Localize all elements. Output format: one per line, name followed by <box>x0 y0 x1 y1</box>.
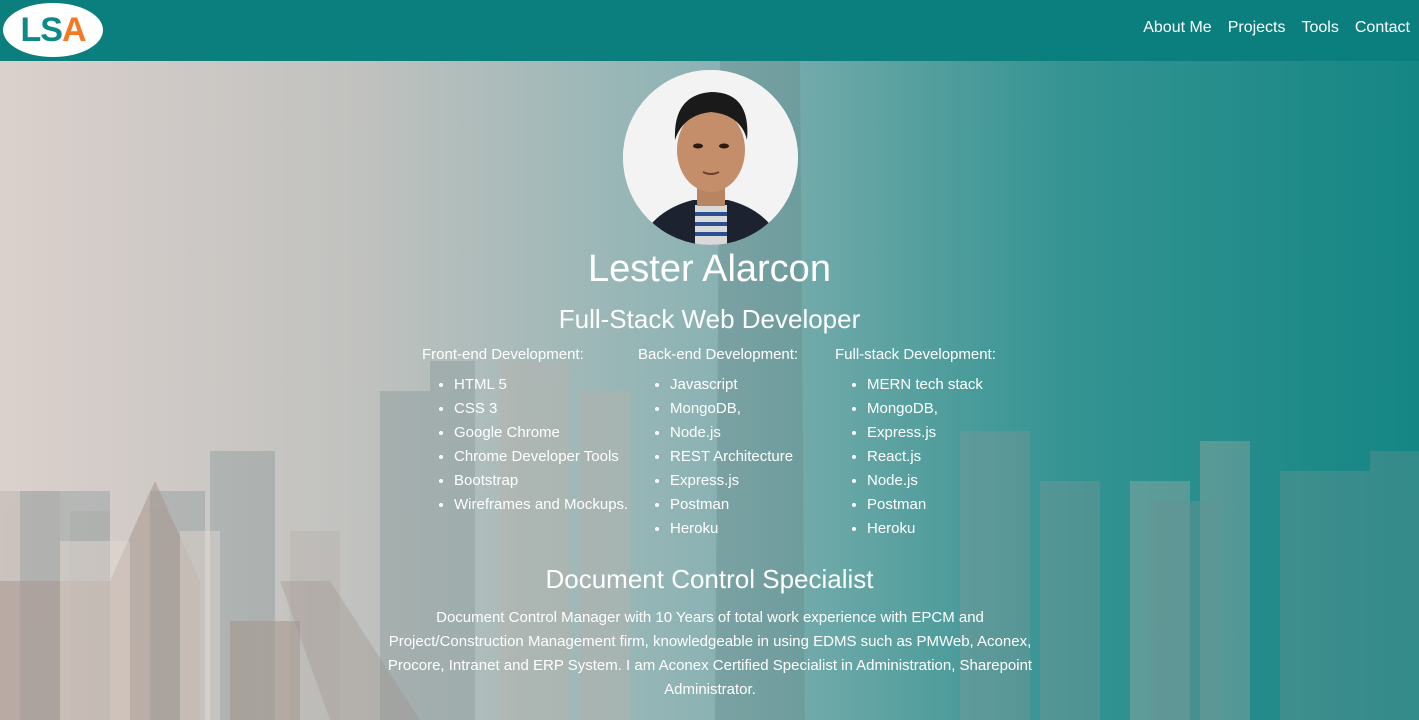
skills-backend-heading: Back-end Development: <box>638 346 799 363</box>
skills-frontend: Front-end Development: HTML 5 CSS 3 Goog… <box>422 346 628 517</box>
list-item: MongoDB, <box>670 397 798 421</box>
list-item: Wireframes and Mockups. <box>454 493 628 517</box>
profile-avatar <box>623 70 798 245</box>
list-item: Google Chrome <box>454 421 628 445</box>
skills-backend: Back-end Development: Javascript MongoDB… <box>638 346 798 541</box>
list-item: HTML 5 <box>454 373 628 397</box>
skills-frontend-heading: Front-end Development: <box>422 346 584 363</box>
list-item: React.js <box>867 445 996 469</box>
list-item: Node.js <box>867 469 996 493</box>
skills-backend-list: Javascript MongoDB, Node.js REST Archite… <box>638 373 798 541</box>
logo-letter-l: L <box>20 11 41 49</box>
nav-projects[interactable]: Projects <box>1228 19 1286 37</box>
skills-frontend-list: HTML 5 CSS 3 Google Chrome Chrome Develo… <box>422 373 628 517</box>
list-item: Heroku <box>670 517 798 541</box>
list-item: CSS 3 <box>454 397 628 421</box>
list-item: REST Architecture <box>670 445 798 469</box>
navbar: LSA About Me Projects Tools Contact <box>0 0 1419 61</box>
list-item: Bootstrap <box>454 469 628 493</box>
logo-letter-s: S <box>40 11 63 49</box>
nav-tools[interactable]: Tools <box>1302 19 1339 37</box>
profile-photo-icon <box>623 70 798 245</box>
list-item: Postman <box>670 493 798 517</box>
logo-text: LSA <box>20 11 87 49</box>
skills-fullstack-list: MERN tech stack MongoDB, Express.js Reac… <box>835 373 996 541</box>
nav-about-me[interactable]: About Me <box>1143 19 1211 37</box>
nav-contact[interactable]: Contact <box>1355 19 1410 37</box>
list-item: Express.js <box>867 421 996 445</box>
list-item: Javascript <box>670 373 798 397</box>
document-control-title: Document Control Specialist <box>545 564 874 594</box>
list-item: Postman <box>867 493 996 517</box>
list-item: Node.js <box>670 421 798 445</box>
list-item: Express.js <box>670 469 798 493</box>
skills-fullstack-heading: Full-stack Development: <box>835 346 996 363</box>
nav-menu: About Me Projects Tools Contact <box>1143 19 1410 37</box>
logo-letter-a: A <box>61 11 87 49</box>
skills-fullstack: Full-stack Development: MERN tech stack … <box>835 346 996 541</box>
document-control-description: Document Control Manager with 10 Years o… <box>387 609 1033 698</box>
profile-name: Lester Alarcon <box>588 248 831 290</box>
list-item: MERN tech stack <box>867 373 996 397</box>
profile-title: Full-Stack Web Developer <box>558 304 861 334</box>
list-item: MongoDB, <box>867 397 996 421</box>
logo[interactable]: LSA <box>3 3 103 57</box>
list-item: Chrome Developer Tools <box>454 445 628 469</box>
list-item: Heroku <box>867 517 996 541</box>
